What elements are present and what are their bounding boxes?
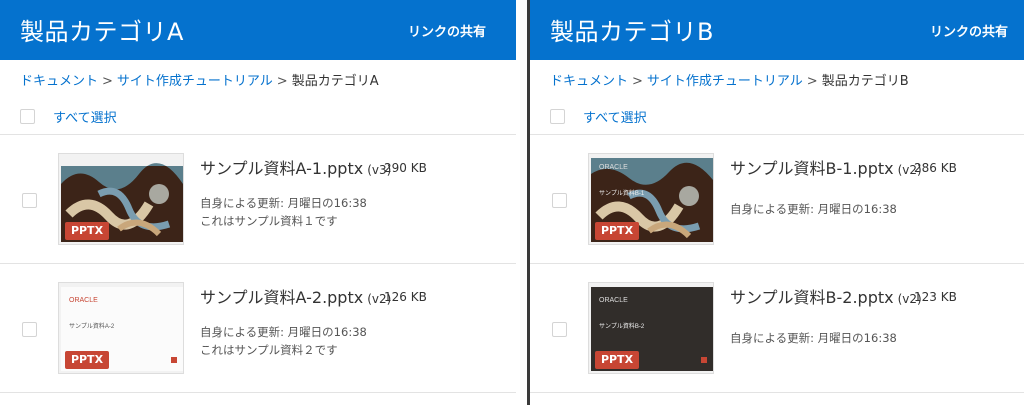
breadcrumb: ドキュメント > サイト作成チュートリアル > 製品カテゴリA	[20, 70, 379, 89]
pptx-badge: PPTX	[595, 222, 639, 240]
breadcrumb-site-tutorial[interactable]: サイト作成チュートリアル	[647, 74, 803, 89]
file-updated: 自身による更新: 月曜日の16:38	[730, 202, 897, 216]
select-all: すべて選択	[550, 106, 647, 126]
file-description: これはサンプル資料１です	[200, 214, 338, 228]
file-description: これはサンプル資料２です	[200, 343, 338, 357]
share-link-button[interactable]: リンクの共有	[930, 21, 1008, 40]
file-thumbnail[interactable]: ORACLE サンプル資料A-2 PPTX	[58, 282, 184, 374]
file-checkbox[interactable]	[22, 322, 37, 337]
file-row[interactable]: ORACLE サンプル資料A-2 PPTX サンプル資料A-2.pptx (v2)…	[0, 264, 516, 392]
file-thumbnail[interactable]: PPTX	[58, 153, 184, 245]
file-size: 126 KB	[384, 290, 427, 304]
file-checkbox[interactable]	[22, 193, 37, 208]
file-checkbox[interactable]	[552, 193, 567, 208]
file-size: 286 KB	[914, 161, 957, 175]
panel-product-category-b: 製品カテゴリB リンクの共有 ドキュメント > サイト作成チュートリアル > 製品カテゴ…	[530, 0, 1024, 405]
select-all: すべて選択	[20, 106, 117, 126]
thumb-caption: サンプル資料B-2	[599, 324, 645, 330]
file-thumbnail[interactable]: ORACLE サンプル資料B-2 PPTX	[588, 282, 714, 374]
file-title: サンプル資料B-1.pptx (v2)	[730, 155, 922, 179]
pptx-badge: PPTX	[595, 351, 639, 369]
thumb-caption: サンプル資料B-1	[599, 191, 645, 197]
breadcrumb-current: 製品カテゴリA	[291, 74, 379, 89]
file-title: サンプル資料A-2.pptx (v2)	[200, 284, 391, 308]
breadcrumb-documents[interactable]: ドキュメント	[20, 74, 98, 89]
file-size: 123 KB	[914, 290, 957, 304]
breadcrumb-separator: >	[806, 74, 818, 89]
file-updated: 自身による更新: 月曜日の16:38	[730, 331, 897, 345]
select-all-checkbox[interactable]	[20, 108, 35, 124]
header-bar: 製品カテゴリB リンクの共有	[530, 0, 1024, 60]
share-link-button[interactable]: リンクの共有	[408, 21, 486, 40]
page-title: 製品カテゴリA	[20, 18, 184, 46]
breadcrumb: ドキュメント > サイト作成チュートリアル > 製品カテゴリB	[550, 70, 909, 89]
file-title: サンプル資料B-2.pptx (v2)	[730, 284, 922, 308]
file-row[interactable]: ORACLE サンプル資料B-2 PPTX サンプル資料B-2.pptx (v2)…	[530, 264, 1024, 392]
breadcrumb-documents[interactable]: ドキュメント	[550, 74, 628, 89]
file-name-link[interactable]: サンプル資料A-1.pptx	[200, 159, 363, 178]
panel-product-category-a: 製品カテゴリA リンクの共有 ドキュメント > サイト作成チュートリアル > 製品カテゴ…	[0, 0, 516, 405]
header-bar: 製品カテゴリA リンクの共有	[0, 0, 516, 60]
file-thumbnail[interactable]: ORACLE サンプル資料B-1 PPTX	[588, 153, 714, 245]
breadcrumb-site-tutorial[interactable]: サイト作成チュートリアル	[117, 74, 273, 89]
file-updated: 自身による更新: 月曜日の16:38	[200, 325, 367, 339]
breadcrumb-separator: >	[276, 74, 288, 89]
divider	[530, 392, 1024, 393]
file-title: サンプル資料A-1.pptx (v3)	[200, 155, 391, 179]
thumb-brand: ORACLE	[599, 164, 628, 171]
file-updated: 自身による更新: 月曜日の16:38	[200, 196, 367, 210]
divider	[0, 392, 516, 393]
file-name-link[interactable]: サンプル資料B-2.pptx	[730, 288, 894, 307]
file-checkbox[interactable]	[552, 322, 567, 337]
thumb-brand: ORACLE	[599, 297, 628, 304]
pptx-badge: PPTX	[65, 222, 109, 240]
file-name-link[interactable]: サンプル資料B-1.pptx	[730, 159, 894, 178]
pptx-badge: PPTX	[65, 351, 109, 369]
select-all-label[interactable]: すべて選択	[53, 107, 117, 126]
file-name-link[interactable]: サンプル資料A-2.pptx	[200, 288, 363, 307]
breadcrumb-separator: >	[632, 74, 643, 89]
file-size: 290 KB	[384, 161, 427, 175]
select-all-checkbox[interactable]	[550, 108, 565, 124]
thumb-caption: サンプル資料A-2	[69, 324, 115, 330]
file-row[interactable]: PPTX サンプル資料A-1.pptx (v3) 290 KB 自身による更新: …	[0, 135, 516, 263]
breadcrumb-separator: >	[102, 74, 113, 89]
select-all-label[interactable]: すべて選択	[583, 107, 647, 126]
file-row[interactable]: ORACLE サンプル資料B-1 PPTX サンプル資料B-1.pptx (v2)…	[530, 135, 1024, 263]
breadcrumb-current: 製品カテゴリB	[821, 74, 909, 89]
page-title: 製品カテゴリB	[550, 18, 714, 46]
thumb-brand: ORACLE	[69, 297, 98, 304]
